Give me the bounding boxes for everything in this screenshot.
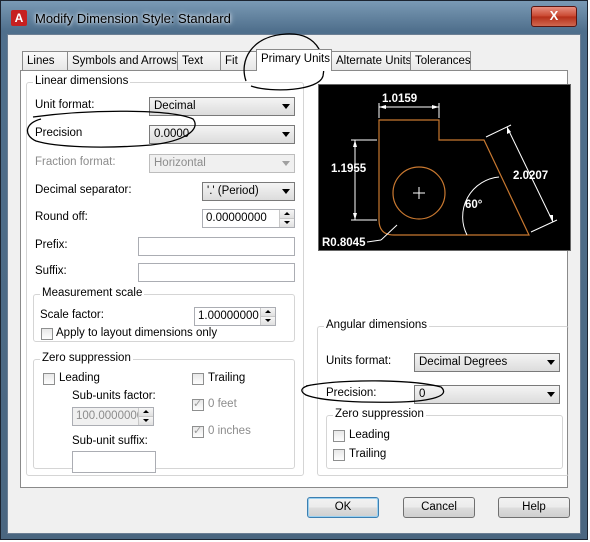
suffix-label: Suffix: (35, 265, 67, 277)
angular-trailing-checkbox[interactable] (333, 449, 345, 461)
spin-up-icon[interactable] (280, 210, 294, 219)
tab-tolerances[interactable]: Tolerances (410, 51, 471, 70)
zero-inches-label: 0 inches (208, 425, 251, 437)
apply-layout-label: Apply to layout dimensions only (56, 327, 218, 339)
spin-down-icon[interactable] (280, 218, 294, 227)
subunit-suffix-label: Sub-unit suffix: (72, 435, 148, 447)
fraction-format-value: Horizontal (154, 157, 206, 169)
help-button[interactable]: Help (498, 497, 570, 518)
angular-dimensions-group: Angular dimensions Units format: Decimal… (317, 319, 569, 476)
linear-dimensions-legend: Linear dimensions (33, 75, 131, 87)
dimension-preview: 1.0159 1.1955 2.0207 60° R0.8045 (318, 84, 571, 251)
round-off-spinner[interactable] (279, 210, 294, 227)
decimal-separator-value: '.' (Period) (207, 185, 259, 197)
dialog-window: A Modify Dimension Style: Standard X Lin… (0, 0, 588, 540)
zero-feet-label: 0 feet (208, 398, 237, 410)
trailing-label: Trailing (208, 372, 246, 384)
angular-units-format-label: Units format: (326, 355, 392, 367)
scale-factor-spinner[interactable] (260, 308, 275, 325)
preview-radius: R0.8045 (322, 237, 366, 249)
precision-value: 0.0000 (154, 128, 190, 140)
scale-factor-input[interactable]: 1.00000000 (194, 307, 276, 326)
tab-lines[interactable]: Lines (22, 51, 68, 70)
trailing-checkbox[interactable] (192, 373, 204, 385)
chevron-down-icon (282, 132, 290, 137)
cancel-button[interactable]: Cancel (403, 497, 475, 518)
dialog-client: Lines Symbols and Arrows Text Fit Primar… (7, 34, 581, 534)
unit-format-dropdown[interactable]: Decimal (149, 97, 295, 116)
preview-drawing: 1.0159 1.1955 2.0207 60° R0.8045 (322, 93, 558, 249)
suffix-input[interactable] (138, 263, 295, 282)
unit-format-value: Decimal (154, 100, 196, 112)
preview-angle: 60° (465, 199, 483, 211)
fraction-format-label: Fraction format: (35, 156, 116, 168)
precision-dropdown[interactable]: 0.0000 (149, 125, 295, 144)
scale-factor-value: 1.00000000 (198, 310, 259, 322)
ok-button[interactable]: OK (307, 497, 379, 518)
decimal-separator-dropdown[interactable]: '.' (Period) (202, 182, 295, 201)
unit-format-label: Unit format: (35, 99, 95, 111)
fraction-format-dropdown[interactable]: Horizontal (149, 154, 295, 173)
part-outline (378, 119, 530, 236)
measurement-scale-group: Measurement scale Scale factor: 1.000000… (33, 287, 295, 342)
angular-units-format-value: Decimal Degrees (419, 356, 508, 368)
chevron-down-icon (547, 360, 555, 365)
scale-factor-label: Scale factor: (40, 309, 104, 321)
decimal-separator-label: Decimal separator: (35, 184, 132, 196)
subunits-factor-input[interactable]: 100.0000000 (72, 407, 154, 426)
zero-inches-checkbox[interactable] (192, 424, 204, 438)
chevron-down-icon (547, 392, 555, 397)
zero-suppression-angular-group: Zero suppression Leading Trailing (326, 408, 563, 469)
zero-suppression-linear-group: Zero suppression Leading Trailing Sub-un… (33, 352, 295, 473)
precision-label: Precision (35, 127, 83, 139)
leading-checkbox[interactable] (43, 373, 55, 385)
spin-down-icon[interactable] (261, 316, 275, 325)
tab-primary-units[interactable]: Primary Units (256, 49, 332, 71)
spin-up-icon[interactable] (261, 308, 275, 317)
prefix-label: Prefix: (35, 239, 68, 251)
close-button[interactable]: X (531, 6, 577, 27)
leading-label: Leading (59, 372, 100, 384)
zero-feet-checkbox[interactable] (192, 397, 204, 411)
spin-down-icon[interactable] (139, 416, 153, 425)
prefix-input[interactable] (138, 237, 295, 256)
chevron-down-icon (282, 104, 290, 109)
preview-dim-left: 1.1955 (331, 163, 367, 175)
primary-units-panel: Linear dimensions Unit format: Decimal P… (20, 70, 571, 488)
autocad-app-icon: A (11, 10, 27, 26)
chevron-down-icon (282, 161, 290, 166)
angular-dimensions-legend: Angular dimensions (324, 319, 430, 331)
preview-dim-right: 2.0207 (513, 170, 548, 182)
subunits-factor-label: Sub-units factor: (72, 390, 156, 402)
tab-alternate-units[interactable]: Alternate Units (331, 51, 411, 70)
tab-text[interactable]: Text (177, 51, 221, 70)
round-off-label: Round off: (35, 211, 88, 223)
round-off-input[interactable]: 0.00000000 (202, 209, 295, 228)
angular-trailing-label: Trailing (349, 448, 387, 460)
angular-leading-checkbox[interactable] (333, 430, 345, 442)
measurement-scale-legend: Measurement scale (40, 287, 145, 299)
subunit-suffix-input[interactable] (72, 451, 156, 473)
linear-dimensions-group: Linear dimensions Unit format: Decimal P… (26, 75, 304, 476)
tab-fit[interactable]: Fit (220, 51, 257, 70)
subunits-factor-value: 100.0000000 (76, 410, 144, 422)
angular-precision-label: Precision: (326, 387, 377, 399)
tab-symbols-and-arrows[interactable]: Symbols and Arrows (67, 51, 178, 70)
apply-layout-checkbox[interactable] (41, 328, 53, 340)
angular-units-format-dropdown[interactable]: Decimal Degrees (414, 353, 560, 372)
window-title: Modify Dimension Style: Standard (35, 11, 231, 26)
angular-zero-suppression-legend: Zero suppression (333, 408, 426, 420)
spin-up-icon[interactable] (139, 408, 153, 417)
zero-suppression-legend: Zero suppression (40, 352, 133, 364)
subunits-factor-spinner[interactable] (138, 408, 153, 425)
angular-leading-label: Leading (349, 429, 390, 441)
angular-precision-dropdown[interactable]: 0 (414, 385, 560, 404)
round-off-value: 0.00000000 (206, 212, 267, 224)
angular-precision-value: 0 (419, 388, 426, 400)
chevron-down-icon (282, 189, 290, 194)
preview-dim-top: 1.0159 (382, 93, 417, 105)
title-bar[interactable]: A Modify Dimension Style: Standard X (1, 1, 587, 35)
